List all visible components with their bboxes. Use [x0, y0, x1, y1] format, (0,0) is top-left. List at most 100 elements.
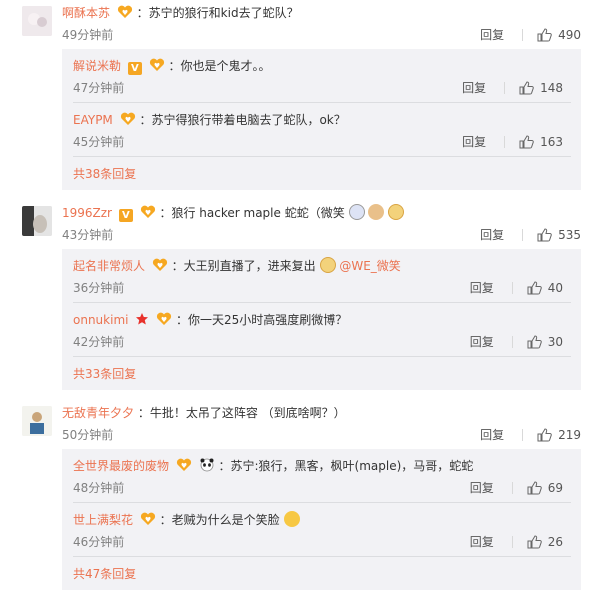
replies-box: 解说米勒 V ♥ ：你也是个鬼才。。 47分钟前 回复 148 EAYPM ♥ …	[62, 49, 581, 190]
dog-emoji-icon	[319, 257, 336, 273]
thumb-up-icon	[519, 81, 534, 95]
like-count: 26	[547, 535, 563, 549]
reply-button[interactable]: 回复	[462, 134, 486, 150]
comment-text: ：你一天25小时高强度刷微博？	[175, 313, 348, 327]
comment-text: ：老贼为什么是个笑脸	[159, 513, 280, 527]
divider	[522, 229, 524, 241]
fan-badge-icon: ♥	[117, 5, 133, 24]
comment-text: ：你也是个鬼才。。	[168, 59, 271, 73]
thumb-up-icon	[527, 535, 542, 549]
divider	[73, 556, 571, 557]
more-replies-link[interactable]: 共38条回复	[73, 166, 136, 182]
thumb-up-icon	[527, 335, 542, 349]
like-count: 148	[540, 81, 563, 95]
reply-button[interactable]: 回复	[462, 80, 486, 96]
comment-line: 啊酥本苏 ♥ ：苏宁的狼行和kid去了蛇队？	[62, 4, 299, 22]
reply-button[interactable]: 回复	[480, 27, 504, 43]
like-button[interactable]: 26	[527, 534, 563, 550]
like-button[interactable]: 219	[537, 427, 581, 443]
fan-badge-icon: ♥	[140, 205, 156, 224]
divider	[522, 429, 524, 441]
like-button[interactable]: 69	[527, 480, 563, 496]
comment-time: 45分钟前	[73, 135, 125, 149]
laugh-emoji-icon	[283, 511, 300, 527]
svg-text:♥: ♥	[154, 62, 160, 70]
comment-text: ：苏宁的狼行和kid去了蛇队？	[136, 6, 299, 20]
username[interactable]: 全世界最废的废物	[73, 459, 169, 473]
reply-button[interactable]: 回复	[470, 534, 494, 550]
fan-badge-icon: ♥	[176, 458, 192, 477]
like-button[interactable]: 148	[519, 80, 563, 96]
comment-thread: 1996Zzr V ♥ ：狼行 hacker maple 蛇蛇（微笑 43分钟前…	[0, 200, 601, 392]
reply-button[interactable]: 回复	[470, 480, 494, 496]
divider	[522, 29, 524, 41]
avatar[interactable]	[22, 406, 52, 436]
username[interactable]: 世上满梨花	[73, 513, 133, 527]
divider	[504, 136, 506, 148]
like-button[interactable]: 40	[527, 280, 563, 296]
comment-actions: 回复 69	[470, 480, 563, 496]
reply-button[interactable]: 回复	[470, 334, 494, 350]
replies-box: 全世界最废的废物 ♥ ：苏宁:狼行，黑客，枫叶(maple)，马哥，蛇蛇 48分…	[62, 449, 581, 590]
divider	[511, 336, 513, 348]
thumb-up-icon	[527, 281, 542, 295]
thumb-up-icon	[537, 228, 552, 242]
sub-comment: EAYPM ♥ ：苏宁得狼行带着电脑去了蛇队，ok？ 45分钟前 回复 163	[73, 103, 571, 156]
divider	[504, 82, 506, 94]
username[interactable]: 1996Zzr	[62, 206, 112, 220]
verified-v-icon: V	[127, 62, 142, 75]
panda-icon	[199, 458, 215, 477]
comment-line: 全世界最废的废物 ♥ ：苏宁:狼行，黑客，枫叶(maple)，马哥，蛇蛇	[73, 457, 473, 475]
comment-line: 无敌青年夕夕 ：牛批！太吊了这阵容 （到底啥啊？）	[62, 404, 346, 422]
svg-text:♥: ♥	[122, 9, 128, 17]
like-button[interactable]: 490	[537, 27, 581, 43]
fan-badge-icon: ♥	[149, 58, 165, 77]
like-button[interactable]: 30	[527, 334, 563, 350]
username[interactable]: EAYPM	[73, 113, 113, 127]
thumb-up-icon	[537, 28, 552, 42]
comment-line: 解说米勒 V ♥ ：你也是个鬼才。。	[73, 57, 271, 75]
thumb-up-icon	[519, 135, 534, 149]
comment-actions: 回复 535	[480, 227, 581, 243]
comment-line: EAYPM ♥ ：苏宁得狼行带着电脑去了蛇队，ok？	[73, 111, 346, 129]
comment-text: ：狼行 hacker maple 蛇蛇（微笑	[159, 206, 345, 220]
divider	[511, 536, 513, 548]
comment-actions: 回复 30	[470, 334, 563, 350]
divider	[511, 282, 513, 294]
comment-text: ：大王别直播了，进来复出	[171, 259, 316, 273]
svg-text:♥: ♥	[181, 462, 187, 470]
comment-actions: 回复 219	[480, 427, 581, 443]
more-replies-link[interactable]: 共33条回复	[73, 366, 136, 382]
more-replies-link[interactable]: 共47条回复	[73, 566, 136, 582]
avatar[interactable]	[22, 6, 52, 36]
svg-text:♥: ♥	[161, 316, 167, 324]
comment-time: 46分钟前	[73, 535, 125, 549]
like-count: 69	[547, 481, 563, 495]
reply-button[interactable]: 回复	[470, 280, 494, 296]
like-count: 219	[558, 428, 581, 442]
sub-comment: onnukimi ♥ ：你一天25小时高强度刷微博？ 42分钟前 回复 30	[73, 303, 571, 356]
svg-text:♥: ♥	[124, 116, 130, 124]
like-button[interactable]: 163	[519, 134, 563, 150]
svg-text:♥: ♥	[145, 516, 151, 524]
avatar[interactable]	[22, 206, 52, 236]
comment-time: 47分钟前	[73, 81, 125, 95]
username[interactable]: 啊酥本苏	[62, 6, 110, 20]
sub-comment: 全世界最废的废物 ♥ ：苏宁:狼行，黑客，枫叶(maple)，马哥，蛇蛇 48分…	[73, 449, 571, 502]
mention-link[interactable]: @WE_微笑	[339, 259, 400, 273]
sub-comment: 世上满梨花 ♥ ：老贼为什么是个笑脸 46分钟前 回复 26	[73, 503, 571, 556]
reply-button[interactable]: 回复	[480, 227, 504, 243]
username[interactable]: 无敌青年夕夕	[62, 406, 134, 420]
reply-button[interactable]: 回复	[480, 427, 504, 443]
username[interactable]: 起名非常烦人	[73, 259, 145, 273]
comment-line: onnukimi ♥ ：你一天25小时高强度刷微博？	[73, 311, 347, 329]
comment-text: ：苏宁得狼行带着电脑去了蛇队，ok？	[139, 113, 346, 127]
divider	[73, 356, 571, 357]
username[interactable]: 解说米勒	[73, 59, 121, 73]
like-button[interactable]: 535	[537, 227, 581, 243]
star-badge-icon	[135, 312, 149, 331]
verified-v-icon: V	[118, 209, 133, 222]
username[interactable]: onnukimi	[73, 313, 128, 327]
like-count: 535	[558, 228, 581, 242]
comment-line: 世上满梨花 ♥ ：老贼为什么是个笑脸	[73, 511, 300, 529]
